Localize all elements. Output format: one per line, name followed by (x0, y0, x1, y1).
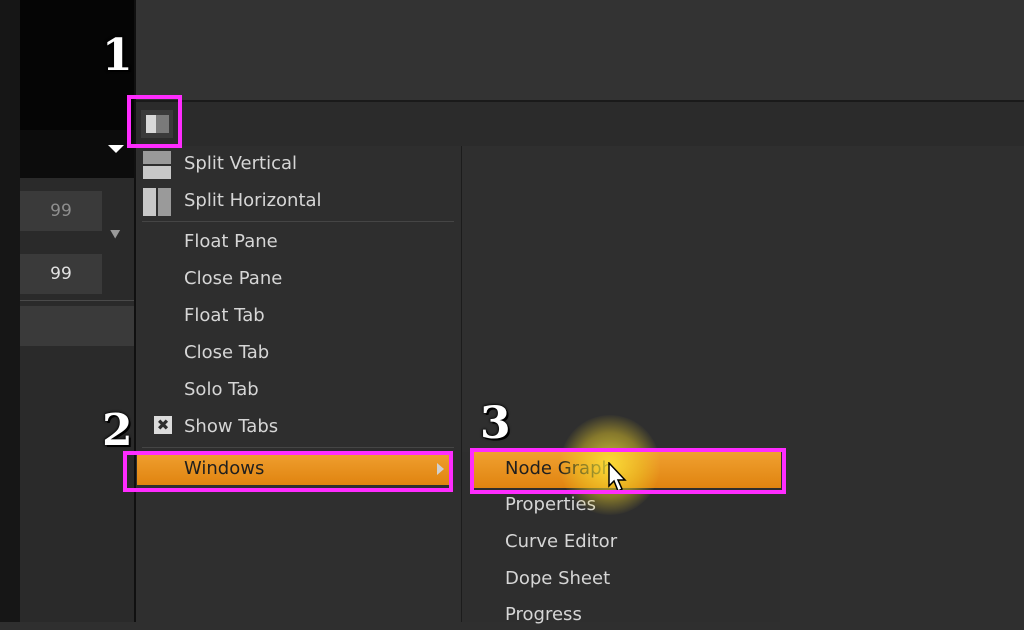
menu-separator (142, 447, 454, 448)
annotation-number-2: 2 (102, 405, 133, 456)
split-horizontal-icon (143, 188, 171, 216)
number-field-1[interactable]: 99 (20, 191, 102, 231)
submenu-item-dope-sheet[interactable]: Dope Sheet (505, 564, 610, 594)
submenu-item-progress[interactable]: Progress (505, 600, 582, 630)
split-vertical-icon (143, 151, 171, 179)
left-panel-bar (20, 306, 134, 346)
number-field-2[interactable]: 99 (20, 254, 102, 294)
top-pane (136, 0, 1024, 100)
menu-item-float-tab[interactable]: Float Tab (184, 301, 265, 331)
menu-item-close-tab[interactable]: Close Tab (184, 338, 269, 368)
menu-item-close-pane[interactable]: Close Pane (184, 264, 282, 294)
submenu-item-curve-editor[interactable]: Curve Editor (505, 527, 617, 557)
menu-item-solo-tab[interactable]: Solo Tab (184, 375, 259, 405)
annotation-box-3 (470, 448, 786, 494)
annotation-box-2 (123, 451, 453, 492)
menu-item-split-vertical[interactable]: Split Vertical (184, 149, 297, 179)
divider (20, 300, 134, 301)
left-dropdown-bar[interactable] (20, 130, 134, 178)
double-chevron-down-icon[interactable]: ⯆ (108, 225, 122, 246)
annotation-number-3: 3 (480, 398, 511, 449)
dropdown-arrow-icon[interactable] (108, 145, 124, 153)
left-edge-strip (0, 0, 20, 622)
pane-header (136, 102, 1024, 146)
menu-item-split-horizontal[interactable]: Split Horizontal (184, 186, 322, 216)
annotation-box-1 (127, 95, 182, 148)
menu-item-float-pane[interactable]: Float Pane (184, 227, 278, 257)
menu-separator (142, 221, 454, 222)
menu-item-show-tabs[interactable]: Show Tabs (184, 412, 278, 442)
checkbox-checked-icon[interactable]: ✖ (154, 416, 172, 434)
annotation-number-1: 1 (102, 30, 133, 81)
